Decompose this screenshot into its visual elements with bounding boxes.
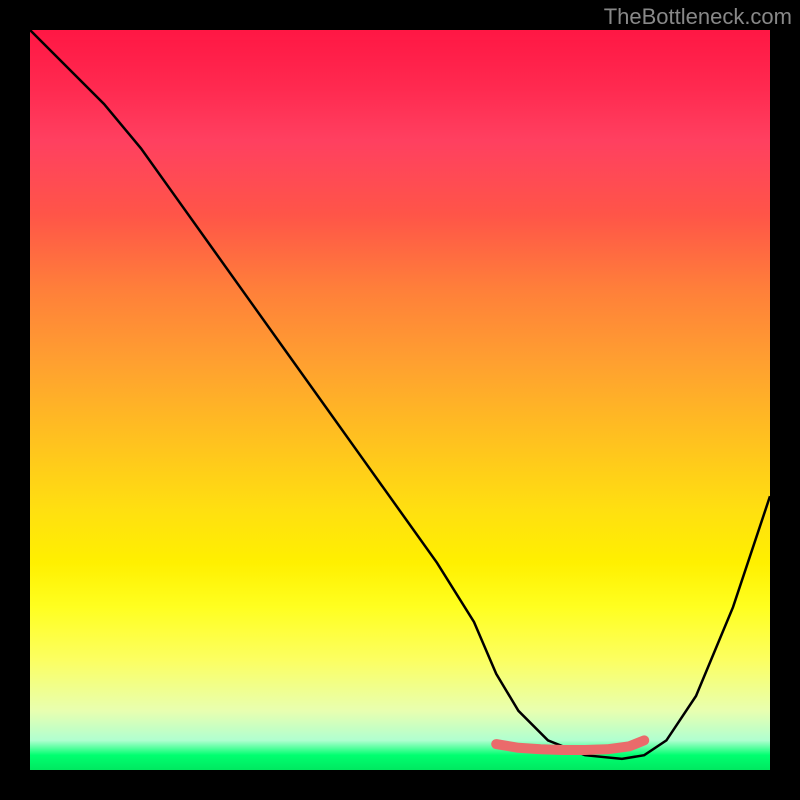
chart-series-marker <box>496 740 644 750</box>
watermark-text: TheBottleneck.com <box>604 4 792 30</box>
chart-container <box>30 30 770 770</box>
chart-overlay-svg <box>30 30 770 770</box>
chart-series-curve <box>30 30 770 759</box>
